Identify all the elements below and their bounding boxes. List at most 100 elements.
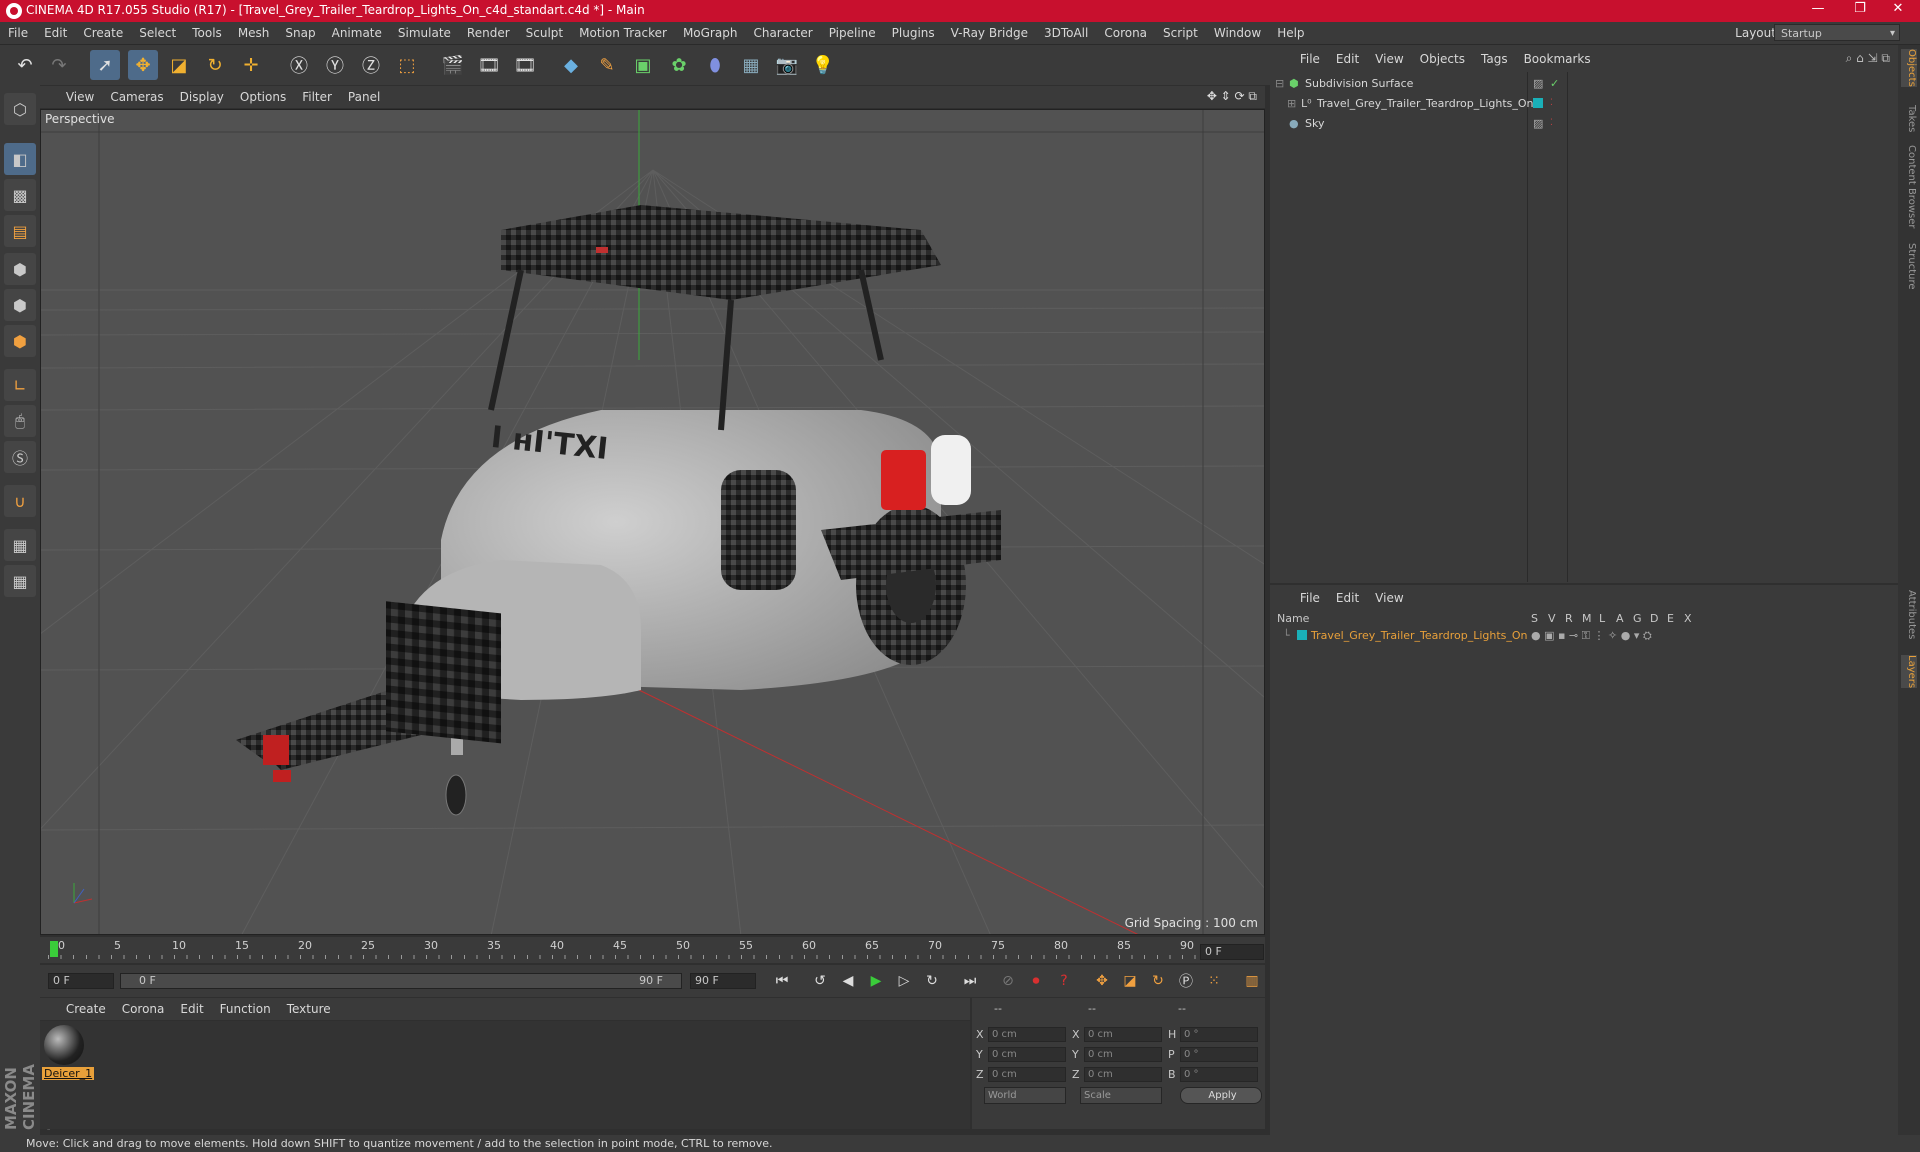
objects-menu-file[interactable]: File bbox=[1292, 49, 1328, 69]
axis-mode-icon[interactable]: ∟ bbox=[4, 369, 36, 401]
position-x-field[interactable]: 0 cm bbox=[988, 1027, 1066, 1042]
size-y-field[interactable]: 0 cm bbox=[1084, 1047, 1162, 1062]
position-z-field[interactable]: 0 cm bbox=[988, 1067, 1066, 1082]
snap-icon[interactable]: Ⓢ bbox=[4, 441, 36, 473]
tab-structure[interactable]: Structure bbox=[1901, 243, 1917, 290]
menu-animate[interactable]: Animate bbox=[324, 22, 390, 44]
redo-icon[interactable]: ↷ bbox=[44, 50, 74, 80]
object-name[interactable]: Subdivision Surface bbox=[1305, 74, 1413, 93]
light-icon[interactable]: 💡 bbox=[808, 50, 838, 80]
rotation-h-field[interactable]: 0 ° bbox=[1180, 1027, 1258, 1042]
object-name[interactable]: Sky bbox=[1305, 114, 1324, 133]
object-name[interactable]: Travel_Grey_Trailer_Teardrop_Lights_On bbox=[1317, 94, 1534, 113]
menu-select[interactable]: Select bbox=[131, 22, 184, 44]
key-scale-icon[interactable]: ◪ bbox=[1118, 970, 1142, 992]
viewport-menu-display[interactable]: Display bbox=[172, 86, 232, 108]
render-settings-icon[interactable]: 🎞 bbox=[510, 50, 540, 80]
x-axis-icon[interactable]: Ⓧ bbox=[284, 50, 314, 80]
layer-color-icon[interactable] bbox=[1297, 630, 1307, 640]
key-pla-icon[interactable]: ⁙ bbox=[1202, 970, 1226, 992]
menu-window[interactable]: Window bbox=[1206, 22, 1269, 44]
menu-edit[interactable]: Edit bbox=[36, 22, 75, 44]
enabled-check-icon[interactable]: ✓ bbox=[1550, 74, 1559, 93]
menu-mograph[interactable]: MoGraph bbox=[675, 22, 746, 44]
menu-tools[interactable]: Tools bbox=[184, 22, 230, 44]
magnet-icon[interactable]: ∪ bbox=[4, 485, 36, 517]
keyframe-selection-icon[interactable]: ? bbox=[1052, 970, 1076, 992]
move-tool-icon[interactable]: ✥ bbox=[128, 50, 158, 80]
viewport-menu-panel[interactable]: Panel bbox=[340, 86, 388, 108]
viewport-nav-icon[interactable]: ✥ ⇕ ⟳ ⧉ bbox=[1207, 89, 1257, 104]
coordinate-system-icon[interactable]: ⬚ bbox=[392, 50, 422, 80]
viewport-menu-cameras[interactable]: Cameras bbox=[102, 86, 171, 108]
edit-render-toggle-icon[interactable]: ▨ bbox=[1533, 114, 1543, 133]
expand-icon[interactable]: ⊞ bbox=[1287, 94, 1296, 113]
apply-button[interactable]: Apply bbox=[1180, 1087, 1262, 1104]
menu-plugins[interactable]: Plugins bbox=[884, 22, 943, 44]
objects-menu-tags[interactable]: Tags bbox=[1473, 49, 1516, 69]
menu-corona[interactable]: Corona bbox=[1096, 22, 1155, 44]
size-z-field[interactable]: 0 cm bbox=[1084, 1067, 1162, 1082]
next-key-icon[interactable]: ↻ bbox=[920, 970, 944, 992]
render-picture-viewer-icon[interactable]: 🎞 bbox=[474, 50, 504, 80]
layers-menu-file[interactable]: File bbox=[1292, 588, 1328, 608]
rotate-tool-icon[interactable]: ↻ bbox=[200, 50, 230, 80]
make-editable-icon[interactable]: ⬡ bbox=[4, 93, 36, 125]
z-axis-icon[interactable]: Ⓩ bbox=[356, 50, 386, 80]
texture-mode-icon[interactable]: ▩ bbox=[4, 179, 36, 211]
render-view-icon[interactable]: 🎬 bbox=[438, 50, 468, 80]
material-label[interactable]: Deicer_1 bbox=[42, 1067, 95, 1080]
go-to-end-icon[interactable]: ⏭ bbox=[958, 970, 982, 992]
start-frame-field[interactable]: 0 F bbox=[48, 973, 114, 989]
menu-help[interactable]: Help bbox=[1269, 22, 1312, 44]
subdivision-icon[interactable]: ▣ bbox=[628, 50, 658, 80]
edit-render-toggle-icon[interactable]: ▨ bbox=[1533, 74, 1543, 93]
previous-key-icon[interactable]: ↺ bbox=[808, 970, 832, 992]
collapse-icon[interactable]: ⊟ bbox=[1275, 74, 1284, 93]
scale-tool-icon[interactable]: ◪ bbox=[164, 50, 194, 80]
current-frame-field[interactable]: 0 F bbox=[1200, 944, 1264, 960]
key-rotation-icon[interactable]: ↻ bbox=[1146, 970, 1170, 992]
timeline-ruler[interactable]: 0 5 10 15 20 25 30 35 40 45 50 55 60 65 … bbox=[48, 939, 1198, 959]
layers-menu-view[interactable]: View bbox=[1367, 588, 1411, 608]
rotation-p-field[interactable]: 0 ° bbox=[1180, 1047, 1258, 1062]
material-menu-texture[interactable]: Texture bbox=[279, 998, 339, 1020]
record-keys-icon[interactable]: ⊘ bbox=[996, 970, 1020, 992]
visibility-dots-icon[interactable]: ⁚ bbox=[1550, 94, 1553, 113]
menu-3dtoall[interactable]: 3DToAll bbox=[1036, 22, 1096, 44]
objects-menu-bookmarks[interactable]: Bookmarks bbox=[1516, 49, 1599, 69]
menu-mesh[interactable]: Mesh bbox=[230, 22, 278, 44]
tab-objects[interactable]: Objects bbox=[1901, 49, 1917, 87]
material-menu-corona[interactable]: Corona bbox=[114, 998, 173, 1020]
objects-menu-edit[interactable]: Edit bbox=[1328, 49, 1367, 69]
select-tool-icon[interactable]: ➚ bbox=[90, 50, 120, 80]
key-position-icon[interactable]: ✥ bbox=[1090, 970, 1114, 992]
search-icon[interactable]: ⌕ ⌂ ⇲ ⧉ bbox=[1846, 51, 1890, 66]
layer-name[interactable]: Travel_Grey_Trailer_Teardrop_Lights_On bbox=[1311, 626, 1528, 645]
tab-takes[interactable]: Takes bbox=[1901, 105, 1917, 132]
layers-menu-edit[interactable]: Edit bbox=[1328, 588, 1367, 608]
scale-select[interactable]: Scale bbox=[1080, 1087, 1162, 1104]
menu-pipeline[interactable]: Pipeline bbox=[821, 22, 884, 44]
tweak-mode-icon[interactable]: 🖱 bbox=[4, 405, 36, 437]
lock-workplane-icon[interactable]: ▦ bbox=[4, 529, 36, 561]
preview-range-slider[interactable]: 0 F 90 F bbox=[120, 973, 682, 989]
menu-file[interactable]: File bbox=[0, 22, 36, 44]
material-menu-create[interactable]: Create bbox=[58, 998, 114, 1020]
floor-icon[interactable]: ▦ bbox=[736, 50, 766, 80]
layer-toggles-icon[interactable]: ● ▣ ▪ ⊸ ⚿ ⋮ ✧ ● ▾ ⛭ bbox=[1531, 626, 1652, 645]
key-parameter-icon[interactable]: Ⓟ bbox=[1174, 970, 1198, 992]
deformer-icon[interactable]: ⬮ bbox=[700, 50, 730, 80]
world-select[interactable]: World bbox=[984, 1087, 1066, 1104]
edges-mode-icon[interactable]: ⬢ bbox=[4, 289, 36, 321]
size-x-field[interactable]: 0 cm bbox=[1084, 1027, 1162, 1042]
position-y-field[interactable]: 0 cm bbox=[988, 1047, 1066, 1062]
visibility-dots-icon[interactable]: ⁚ bbox=[1550, 114, 1553, 133]
minimize-button[interactable]: — bbox=[1800, 1, 1836, 21]
menu-render[interactable]: Render bbox=[459, 22, 518, 44]
transform-tool-icon[interactable]: ✛ bbox=[236, 50, 266, 80]
viewport-menu-view[interactable]: View bbox=[58, 86, 102, 108]
cube-icon[interactable]: ◆ bbox=[556, 50, 586, 80]
planar-workplane-icon[interactable]: ▦ bbox=[4, 565, 36, 597]
object-row[interactable]: ● Sky ▨ ⁚ bbox=[1275, 114, 1895, 133]
